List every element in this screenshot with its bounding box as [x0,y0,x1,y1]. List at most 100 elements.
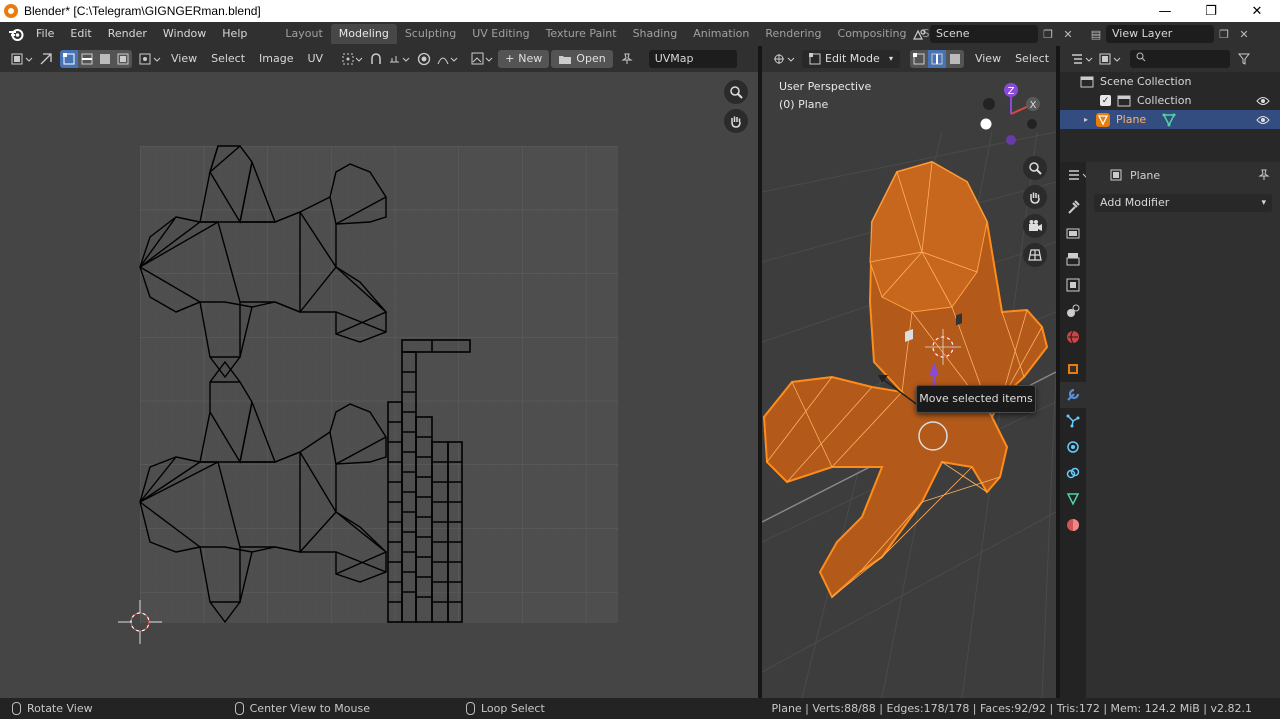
mode-selector[interactable]: Edit Mode ▾ [802,50,900,68]
zoom-icon[interactable] [724,80,748,104]
tab-shading[interactable]: Shading [625,24,686,44]
viewport-pan-hand-icon[interactable] [1023,185,1047,209]
physics-tab-icon[interactable] [1060,434,1086,460]
plane-visibility-eye-icon[interactable] [1256,115,1270,125]
filter-icon[interactable] [1234,50,1254,68]
uv-map-field[interactable]: UVMap [648,50,737,68]
camera-view-icon[interactable] [1023,214,1047,238]
scene-name-field[interactable]: Scene [930,25,1038,43]
sync-selection-icon[interactable] [36,50,56,68]
edge-mode-icon[interactable] [927,50,946,68]
tab-uv-editing[interactable]: UV Editing [464,24,537,44]
3d-viewport-editor: Edit Mode ▾ View Select User Perspective… [762,46,1056,698]
navigation-gizmo[interactable]: Z X [976,80,1046,152]
data-tab-icon[interactable] [1060,486,1086,512]
duplicate-view-layer-icon[interactable]: ❐ [1214,25,1234,43]
open-image-button[interactable]: Open [551,50,613,68]
view-layer-field[interactable]: View Layer [1106,25,1214,43]
mouse-left-icon [12,702,21,715]
pan-hand-icon[interactable] [724,109,748,133]
scene-tab-icon[interactable] [1060,298,1086,324]
island-select-icon[interactable] [114,50,132,68]
properties-pin-icon[interactable] [1258,169,1270,181]
menu-window[interactable]: Window [155,22,214,46]
tab-modeling[interactable]: Modeling [330,24,397,44]
menu-help[interactable]: Help [214,22,255,46]
remove-scene-icon[interactable]: ✕ [1058,25,1078,43]
viewport-zoom-icon[interactable] [1023,156,1047,180]
uv-menu-view[interactable]: View [164,46,204,72]
pin-icon[interactable] [617,50,637,68]
view-layer-tab-icon[interactable] [1060,272,1086,298]
outliner-header [1060,46,1280,72]
maximize-button[interactable]: ❐ [1188,0,1234,22]
outliner-row-collection[interactable]: ✓ Collection [1060,91,1280,110]
tab-animation[interactable]: Animation [685,24,757,44]
close-button[interactable]: ✕ [1234,0,1280,22]
remove-view-layer-icon[interactable]: ✕ [1234,25,1254,43]
render-tab-icon[interactable] [1060,220,1086,246]
constraints-tab-icon[interactable] [1060,460,1086,486]
uv-menu-uv[interactable]: UV [301,46,331,72]
uv-editor-header: View Select Image UV + New Open UVMap [0,46,758,72]
viewport-menu-view[interactable]: View [968,46,1008,72]
vertex-mode-icon[interactable] [910,50,928,68]
snap-icon[interactable] [366,50,386,68]
duplicate-scene-icon[interactable]: ❐ [1038,25,1058,43]
new-image-button[interactable]: + New [498,50,550,68]
world-tab-icon[interactable] [1060,324,1086,350]
sticky-selection-icon[interactable] [136,50,164,68]
proportional-editing-icon[interactable] [414,50,434,68]
collection-checkbox[interactable]: ✓ [1100,95,1111,106]
plane-object-label: Plane [1116,113,1147,126]
tab-layout[interactable]: Layout [277,24,330,44]
viewport-menu-select[interactable]: Select [1008,46,1056,72]
perspective-toggle-icon[interactable] [1023,243,1047,267]
particles-tab-icon[interactable] [1060,408,1086,434]
menu-edit[interactable]: Edit [62,22,99,46]
edge-select-icon[interactable] [78,50,96,68]
falloff-icon[interactable] [434,50,462,68]
object-tab-icon[interactable] [1060,356,1086,382]
uv-canvas[interactable] [0,72,758,698]
viewport-perspective-label: User Perspective [779,80,872,93]
outliner-search-input[interactable] [1130,50,1230,68]
window-controls: — ❐ ✕ [1142,0,1280,22]
tab-texture-paint[interactable]: Texture Paint [538,24,625,44]
gingerman-mesh[interactable] [762,160,1049,599]
minimize-button[interactable]: — [1142,0,1188,22]
collection-visibility-eye-icon[interactable] [1256,96,1270,106]
expand-arrow-icon[interactable]: ▸ [1084,115,1088,124]
viewport-editor-type-icon[interactable] [770,50,798,68]
output-tab-icon[interactable] [1060,246,1086,272]
outliner-row-scene-collection[interactable]: Scene Collection [1060,72,1280,91]
outliner-row-plane[interactable]: ▸ Plane [1060,110,1280,129]
scene-icon[interactable] [910,25,930,43]
viewport-header: Edit Mode ▾ View Select [762,46,1056,72]
tab-rendering[interactable]: Rendering [757,24,829,44]
editor-type-icon[interactable] [8,50,36,68]
status-bar: Rotate View Center View to Mouse Loop Se… [0,698,1280,719]
view-layer-icon[interactable]: ▤ [1086,25,1106,43]
tool-tab-icon[interactable] [1060,194,1086,220]
material-tab-icon[interactable] [1060,512,1086,538]
vertex-select-icon[interactable] [60,50,78,68]
tab-sculpting[interactable]: Sculpting [397,24,464,44]
tab-compositing[interactable]: Compositing [830,24,915,44]
mesh-data-icon[interactable] [1162,113,1176,127]
outliner-editor-type-icon[interactable] [1068,50,1096,68]
face-select-icon[interactable] [96,50,114,68]
uv-menu-select[interactable]: Select [204,46,252,72]
menu-file[interactable]: File [28,22,62,46]
menu-render[interactable]: Render [100,22,155,46]
modifier-wrench-tab-icon[interactable] [1060,382,1086,408]
display-mode-icon[interactable] [1096,50,1124,68]
mesh-select-mode [909,50,964,68]
add-modifier-dropdown[interactable]: Add Modifier ▾ [1094,194,1272,212]
snap-target-icon[interactable] [386,50,414,68]
blender-logo-icon[interactable] [4,22,28,46]
image-browse-icon[interactable] [468,50,496,68]
uv-menu-image[interactable]: Image [252,46,300,72]
face-mode-icon[interactable] [946,50,964,68]
pivot-point-icon[interactable] [338,50,366,68]
